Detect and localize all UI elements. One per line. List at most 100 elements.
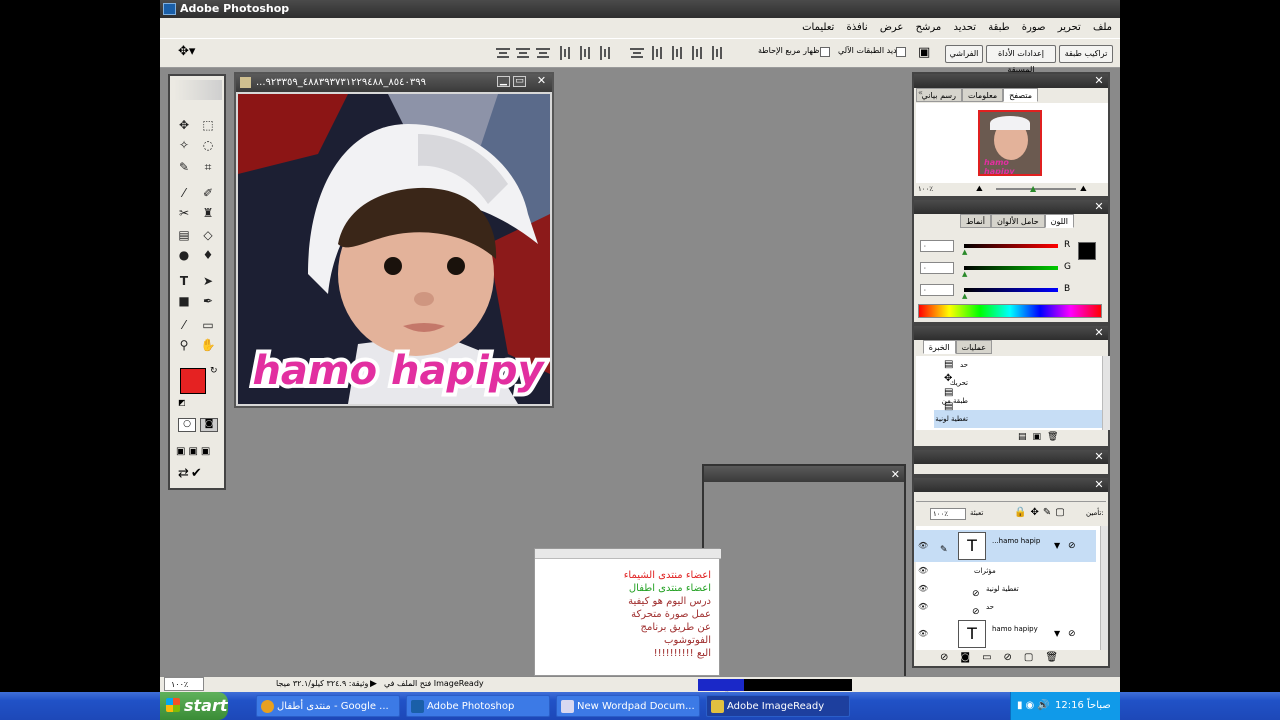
blur-tool-icon[interactable]: ● (174, 246, 194, 264)
type-tool-icon[interactable]: T (174, 272, 194, 290)
history-scrollbar[interactable] (1102, 356, 1110, 430)
screen-mode-icon[interactable]: ▣▣▣ (176, 446, 213, 457)
default-colors-icon[interactable]: ◩ (178, 398, 186, 407)
tab-navigator[interactable]: متصفح (1003, 88, 1038, 102)
zoom-out-icon[interactable]: ⛰ (976, 184, 983, 194)
menu-filter[interactable]: مرشح (916, 22, 942, 33)
navigator-thumbnail[interactable]: hamo hapipy (978, 110, 1042, 176)
align-icon[interactable] (516, 46, 530, 60)
slider-thumb-icon[interactable]: ▲ (962, 248, 967, 256)
align-icon[interactable] (536, 46, 550, 60)
close-icon[interactable]: ✕ (1093, 451, 1105, 462)
pen-tool-icon[interactable]: ✒ (198, 292, 218, 310)
wordpad-preview[interactable]: اعضاء منتدى الشيماء اعضاء منتدى اطفال در… (534, 548, 721, 676)
menu-layer[interactable]: طبقة (988, 22, 1009, 33)
task-chrome[interactable]: منتدى أطفال - Google ... (256, 695, 400, 717)
status-zoom[interactable]: ١٠٠٪ (164, 677, 204, 691)
channel-b-value[interactable]: ٠ (920, 284, 954, 296)
magic-wand-tool-icon[interactable]: ✧ (174, 136, 194, 154)
eyedropper-icon[interactable]: ⁄ (174, 316, 194, 334)
move-tool-preset-icon[interactable]: ✥▾ (178, 44, 195, 59)
task-imageready[interactable]: Adobe ImageReady (706, 695, 850, 717)
dodge-tool-icon[interactable]: ♦ (198, 246, 218, 264)
eye-icon[interactable]: 👁 (918, 630, 928, 638)
align-icon[interactable] (558, 46, 572, 60)
quick-mask-icon[interactable]: ◙ (200, 418, 218, 432)
tab-color[interactable]: اللون (1044, 214, 1074, 228)
fill-value[interactable]: ١٠٠٪ (930, 508, 966, 520)
distribute-icon[interactable] (630, 46, 644, 60)
task-photoshop[interactable]: Adobe Photoshop (406, 695, 550, 717)
shape-tool-icon[interactable]: ■ (174, 292, 194, 310)
task-wordpad[interactable]: New Wordpad Docum... (556, 695, 700, 717)
expand-arrow-icon[interactable]: ▼ (1054, 624, 1060, 644)
maximize-icon[interactable]: ▭ (513, 76, 526, 87)
channel-r-value[interactable]: ٠ (920, 240, 954, 252)
tab-info[interactable]: معلومات (961, 88, 1004, 102)
panel-menu-icon[interactable]: « (918, 88, 923, 97)
canvas-photo[interactable]: hamo hapipy hamo hapipy (238, 94, 550, 404)
tab-layer-comps[interactable]: تراكيب طبقة (1059, 45, 1113, 63)
navigator-zoom[interactable]: ١٠٠٪ (918, 185, 933, 193)
eye-icon[interactable]: 👁 (918, 585, 928, 593)
zoom-in-icon[interactable]: ⛰ (1080, 184, 1087, 194)
gradient-tool-icon[interactable]: ▤ (174, 226, 194, 244)
menu-edit[interactable]: تحرير (1058, 22, 1081, 33)
color-ramp[interactable] (918, 304, 1102, 318)
notes-tool-icon[interactable]: ▭ (198, 316, 218, 334)
tab-actions[interactable]: عمليات (955, 340, 992, 354)
tab-history[interactable]: الخبرة (922, 340, 956, 354)
tab-styles[interactable]: أنماط (960, 214, 991, 228)
menu-select[interactable]: تحديد (953, 22, 976, 33)
foreground-color-swatch[interactable] (180, 368, 206, 394)
layer-row[interactable]: 👁 T hamo hapipy ▼ ⊘ (914, 618, 1096, 650)
show-bounding-checkbox[interactable] (820, 47, 830, 57)
tab-swatches[interactable]: حامل الألوان (990, 214, 1045, 228)
distribute-icon[interactable] (670, 46, 684, 60)
align-icon[interactable] (598, 46, 612, 60)
move-tool-icon[interactable]: ✥ (174, 116, 194, 134)
eye-icon[interactable]: 👁 (918, 567, 928, 575)
slice-tool-icon[interactable]: ✎ (174, 158, 194, 176)
lasso-tool-icon[interactable]: ◌ (198, 136, 218, 154)
channel-b-slider[interactable] (964, 288, 1058, 292)
pencil-tool-icon[interactable]: ✐ (198, 184, 218, 202)
lock-icons[interactable]: 🔒✥✎▢ (1014, 507, 1069, 518)
jump-to-imageready-icon[interactable]: ⇄✔ (178, 466, 204, 481)
distribute-icon[interactable] (710, 46, 724, 60)
status-menu-arrow-icon[interactable]: ▶ (370, 677, 377, 691)
close-icon[interactable]: ✕ (891, 468, 900, 481)
eraser-tool-icon[interactable]: ◇ (198, 226, 218, 244)
eye-icon[interactable]: 👁 (918, 603, 928, 611)
effects-row[interactable]: 👁 مؤثرات (914, 562, 1096, 580)
brush-tool-icon[interactable]: ⁄ (174, 184, 194, 202)
tab-brushes[interactable]: الفراشي (945, 45, 983, 63)
blend-mode-select[interactable] (916, 494, 1106, 502)
history-item[interactable]: تحريك (934, 374, 1108, 392)
layer-row-selected[interactable]: 👁 ✎ T ...hamo hapip ▼ ⊘ (914, 530, 1096, 562)
auto-select-checkbox[interactable] (896, 47, 906, 57)
menu-image[interactable]: صورة (1022, 22, 1046, 33)
align-icon[interactable] (496, 46, 510, 60)
hand-tool-icon[interactable]: ✋ (198, 336, 218, 354)
channel-g-slider[interactable] (964, 266, 1058, 270)
start-button[interactable]: start (160, 692, 228, 720)
menu-view[interactable]: عرض (880, 22, 904, 33)
layers-footer-icons[interactable]: ⊘◙▭⊘▢🗑 (940, 652, 1070, 663)
menu-help[interactable]: تعليمات (802, 22, 834, 33)
close-icon[interactable]: ✕ (1093, 479, 1105, 490)
zoom-slider-thumb-icon[interactable]: ▲ (1030, 184, 1036, 193)
zoom-tool-icon[interactable]: ⚲ (174, 336, 194, 354)
history-footer-icons[interactable]: ▤▣🗑 (1018, 432, 1064, 442)
stamp-tool-icon[interactable]: ♜ (198, 204, 218, 222)
foreground-color-chip[interactable] (1078, 242, 1096, 260)
path-select-icon[interactable]: ➤ (198, 272, 218, 290)
crop-tool-icon[interactable]: ⌗ (198, 158, 218, 176)
layers-scrollbar[interactable] (1100, 526, 1108, 650)
align-icon[interactable] (578, 46, 592, 60)
history-item[interactable]: حد (934, 356, 1108, 374)
marquee-tool-icon[interactable]: ⬚ (198, 116, 218, 134)
history-item-selected[interactable]: تغطية لونية (934, 410, 1108, 428)
distribute-icon[interactable] (690, 46, 704, 60)
slider-thumb-icon[interactable]: ▲ (962, 292, 967, 300)
